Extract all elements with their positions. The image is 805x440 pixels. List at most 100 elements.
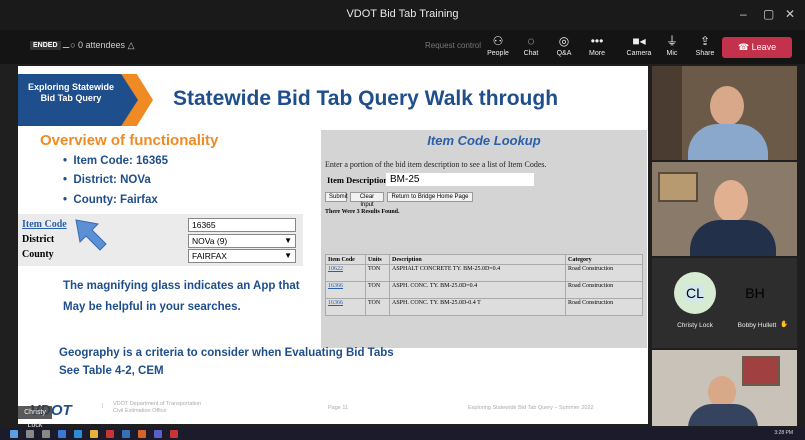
people-icon: ⚇ (492, 34, 504, 48)
lookup-instruction: Enter a portion of the bid item descript… (325, 160, 547, 169)
request-control-button[interactable]: Request control (425, 41, 481, 50)
window-titlebar: VDOT Bid Tab Training – ▢ ✕ (0, 0, 805, 30)
bullet-text: District: NOVa (73, 174, 151, 186)
camera-button[interactable]: ■◂ Camera (624, 34, 654, 58)
lookup-title: Item Code Lookup (427, 133, 541, 148)
submit-button[interactable]: Submit (325, 192, 348, 202)
geography-text-line1: Geography is a criteria to consider when… (59, 347, 394, 359)
participant-suit (690, 220, 776, 256)
app-icon[interactable] (58, 430, 66, 438)
participant-name: Bobby Hullett (737, 322, 777, 329)
avatar-bh[interactable]: BH (734, 272, 776, 314)
share-icon: ⇪ (699, 34, 711, 48)
item-code-link[interactable]: Item Code (22, 219, 67, 230)
leave-label: Leave (751, 42, 777, 52)
more-button[interactable]: ••• More (582, 35, 612, 58)
item-code-link[interactable]: 16366 (325, 281, 366, 299)
start-icon[interactable] (10, 430, 18, 438)
bullet-text: County: Fairfax (73, 194, 158, 206)
county-label: County (22, 249, 54, 260)
chevron-down-icon: ▼ (284, 251, 292, 260)
item-code-link[interactable]: 16366 (325, 298, 366, 316)
app-icon[interactable] (106, 430, 114, 438)
county-select[interactable]: FAIRFAX ▼ (188, 249, 296, 263)
county-value: FAIRFAX (192, 251, 227, 261)
mic-button[interactable]: ⏚ Mic (657, 34, 687, 58)
col-header: Units (365, 254, 390, 265)
table-header-row: Item Code Units Description Category (325, 254, 643, 265)
warning-icon: △ (127, 40, 135, 50)
attendees-icon: ⚊○ (62, 40, 79, 50)
geography-text-line2: See Table 4-2, CEM (59, 365, 164, 377)
app-icon[interactable] (170, 430, 178, 438)
table-row: 10622 TON ASPHALT CONCRETE TY. BM-25.0D=… (325, 264, 643, 282)
item-code-link[interactable]: 10622 (325, 264, 366, 282)
people-button[interactable]: ⚇ People (483, 34, 513, 58)
avatar-cl[interactable]: CL (674, 272, 716, 314)
footer-right-text: Exploring Statewide Bid Tab Query – Summ… (468, 405, 594, 411)
close-icon[interactable]: ✕ (785, 7, 795, 21)
avatar-initials: CL (686, 285, 704, 301)
col-header: Item Code (325, 254, 366, 265)
return-home-button[interactable]: Return to Bridge Home Page (387, 192, 473, 202)
chat-button[interactable]: ◌ Chat (516, 35, 546, 58)
minimize-icon[interactable]: – (740, 7, 747, 21)
chevron-down-icon: ▼ (284, 236, 292, 245)
item-description-input[interactable]: BM-25 (386, 173, 534, 186)
table-row: 16366 TON ASPH. CONC. TY. BM-25.0D=0.4 R… (325, 281, 643, 299)
district-label: District (22, 234, 55, 245)
camera-icon: ■◂ (632, 34, 646, 48)
people-label: People (487, 50, 509, 57)
os-taskbar: 3:28 PM (0, 428, 805, 440)
wall-painting (658, 172, 698, 202)
table-cell: ASPHALT CONCRETE TY. BM-25.0D=0.4 (389, 264, 566, 282)
taskbar-clock: 3:28 PM (774, 430, 793, 436)
bullet-district: • District: NOVa (63, 174, 151, 186)
results-table: Item Code Units Description Category 106… (325, 254, 643, 316)
task-view-icon[interactable] (42, 430, 50, 438)
more-label: More (589, 50, 605, 57)
meeting-toolbar: ENDED ⚊○ 0 attendees △ Request control ⚇… (0, 30, 805, 64)
bullet-item-code: • Item Code: 16365 (63, 155, 169, 167)
ended-badge: ENDED (30, 41, 61, 50)
attendee-text: 0 attendees (78, 40, 126, 50)
col-header: Category (565, 254, 643, 265)
results-found-text: There Were 3 Results Found. (325, 209, 400, 215)
app-icon[interactable] (122, 430, 130, 438)
window-title: VDOT Bid Tab Training (346, 8, 459, 20)
table-cell: Road Construction (565, 281, 643, 299)
search-form: Item Code District County 16365 NOVa (9)… (18, 214, 303, 266)
leave-button[interactable]: ☎ Leave (722, 37, 792, 58)
clear-input-button[interactable]: Clear Input (350, 192, 384, 208)
table-cell: Road Construction (565, 264, 643, 282)
maximize-icon[interactable]: ▢ (763, 7, 774, 21)
participant-face (714, 180, 748, 222)
camera-label: Camera (626, 50, 652, 57)
bullet-county: • County: Fairfax (63, 194, 158, 206)
slide-title: Statewide Bid Tab Query Walk through (173, 87, 559, 110)
bullet-text: Item Code: 16365 (73, 155, 169, 167)
district-select[interactable]: NOVa (9) ▼ (188, 234, 296, 248)
footer-divider: | (102, 403, 104, 409)
slide-footer: | VDOT Department of Transportation Civi… (18, 396, 648, 424)
presenter-name-tag: Christy Lock (18, 406, 52, 429)
item-code-field[interactable]: 16365 (188, 218, 296, 232)
slide-banner: Exploring Statewide Bid Tab Query Statew… (18, 74, 648, 126)
powerpoint-icon[interactable] (138, 430, 146, 438)
phone-icon: ☎ (737, 42, 752, 52)
share-label: Share (695, 50, 715, 57)
table-cell: Road Construction (565, 298, 643, 316)
magnify-text-line2: May be helpful in your searches. (63, 301, 241, 313)
banner-box-text: Exploring Statewide Bid Tab Query (27, 82, 114, 103)
mic-icon: ⏚ (665, 34, 678, 48)
pointer-arrow-icon (75, 219, 107, 251)
share-button[interactable]: ⇪ Share (690, 34, 720, 58)
folder-icon[interactable] (90, 430, 98, 438)
attendee-count: ⚊○ 0 attendees △ (62, 40, 135, 51)
qa-button[interactable]: ◎ Q&A (549, 35, 579, 58)
chat-label: Chat (523, 50, 539, 57)
video-tile-1 (652, 66, 797, 160)
teams-icon[interactable] (154, 430, 162, 438)
edge-icon[interactable] (74, 430, 82, 438)
mic-label: Mic (666, 50, 678, 57)
